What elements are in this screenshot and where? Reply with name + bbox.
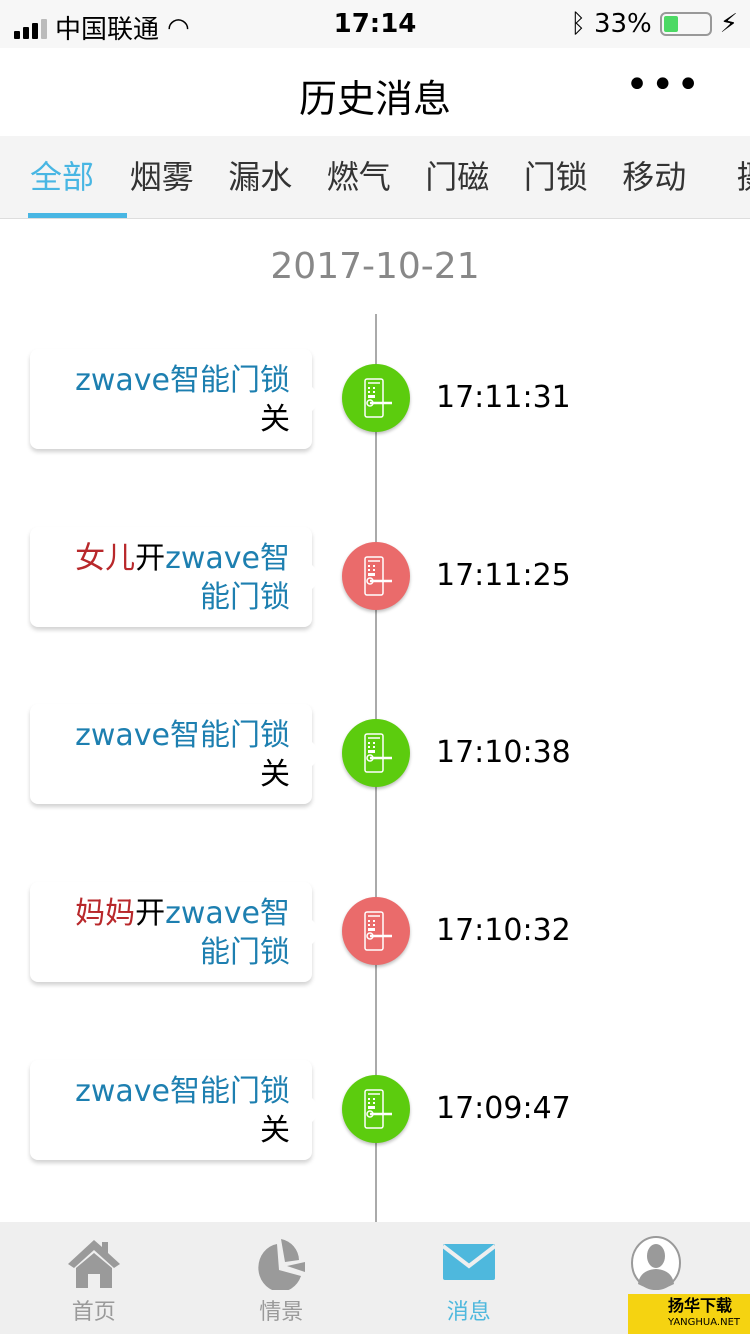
nav-home[interactable]: 首页: [0, 1222, 188, 1334]
door-lock-icon: [364, 1089, 392, 1129]
nav-home-label: 首页: [71, 1300, 116, 1325]
date-header: 2017-10-21: [270, 246, 480, 287]
charging-icon: ⚡: [719, 9, 738, 39]
event-user: 妈妈: [75, 896, 136, 931]
event-device: zwave智能门锁: [75, 1074, 290, 1109]
tab-4[interactable]: 门磁: [408, 136, 507, 218]
tab-3[interactable]: 燃气: [310, 136, 409, 218]
event-card[interactable]: 女儿开zwave智能门锁: [30, 527, 324, 627]
event-time: 17:11:31: [436, 380, 571, 415]
timeline-event: zwave智能门锁关 17:09:47: [0, 1060, 750, 1170]
home-icon: [67, 1240, 120, 1288]
nav-scenes[interactable]: 情景: [188, 1222, 376, 1334]
event-status-dot: [342, 542, 410, 610]
status-bar: 中国联通 ◠ 17:14 ᛒ 33% ⚡: [0, 0, 750, 48]
tab-5[interactable]: 门锁: [507, 136, 606, 218]
nav-bar: 历史消息 •••: [0, 48, 750, 136]
door-lock-icon: [364, 911, 392, 951]
event-user: 女儿: [75, 541, 136, 576]
door-lock-icon: [364, 733, 392, 773]
nav-messages[interactable]: 消息: [375, 1222, 563, 1334]
user-icon: [631, 1236, 682, 1290]
event-time: 17:09:47: [436, 1091, 571, 1126]
event-action: 开: [135, 896, 166, 931]
more-button[interactable]: •••: [625, 62, 702, 108]
timeline-event: 妈妈开zwave智能门锁 17:10:32: [0, 882, 750, 992]
event-status-dot: [342, 1075, 410, 1143]
event-status-dot: [342, 364, 410, 432]
event-state: 关: [260, 1113, 290, 1148]
bluetooth-icon: ᛒ: [570, 9, 586, 39]
battery-icon: [659, 12, 712, 36]
event-time: 17:10:38: [436, 735, 571, 770]
tab-6[interactable]: 移动: [605, 136, 704, 218]
tab-1[interactable]: 烟雾: [113, 136, 212, 218]
timeline-event: zwave智能门锁关 17:10:38: [0, 704, 750, 814]
watermark-logo: 扬华下载 YANGHUA.NET: [628, 1294, 750, 1334]
event-card[interactable]: zwave智能门锁关: [30, 349, 324, 449]
pie-chart-icon: [258, 1239, 306, 1290]
event-status-dot: [342, 719, 410, 787]
event-card[interactable]: zwave智能门锁关: [30, 704, 324, 804]
battery-percent: 33%: [593, 9, 652, 39]
event-time: 17:10:32: [436, 913, 571, 948]
bottom-nav: 首页 情景 消息 我 扬华下载YANGHUA.NET: [0, 1222, 750, 1334]
event-time: 17:11:25: [436, 558, 571, 593]
filter-tabs: 全部烟雾漏水燃气门磁门锁移动摄: [0, 136, 750, 219]
door-lock-icon: [364, 378, 392, 418]
tab-2[interactable]: 漏水: [211, 136, 310, 218]
event-state: 关: [260, 402, 290, 437]
event-state: 关: [260, 757, 290, 792]
nav-messages-label: 消息: [446, 1300, 491, 1325]
event-device: zwave智能门锁: [165, 541, 290, 615]
timeline-event: 女儿开zwave智能门锁 17:11:25: [0, 527, 750, 637]
event-status-dot: [342, 897, 410, 965]
mail-icon: [441, 1244, 496, 1280]
nav-scenes-label: 情景: [259, 1300, 304, 1325]
event-card[interactable]: 妈妈开zwave智能门锁: [30, 882, 324, 982]
tab-0[interactable]: 全部: [14, 136, 126, 218]
event-device: zwave智能门锁: [75, 363, 290, 398]
timeline-event: zwave智能门锁关 17:11:31: [0, 349, 750, 459]
tab-7[interactable]: 摄: [704, 136, 750, 218]
door-lock-icon: [364, 556, 392, 596]
event-device: zwave智能门锁: [165, 896, 290, 970]
event-device: zwave智能门锁: [75, 718, 290, 753]
event-card[interactable]: zwave智能门锁关: [30, 1060, 324, 1160]
event-action: 开: [135, 541, 166, 576]
